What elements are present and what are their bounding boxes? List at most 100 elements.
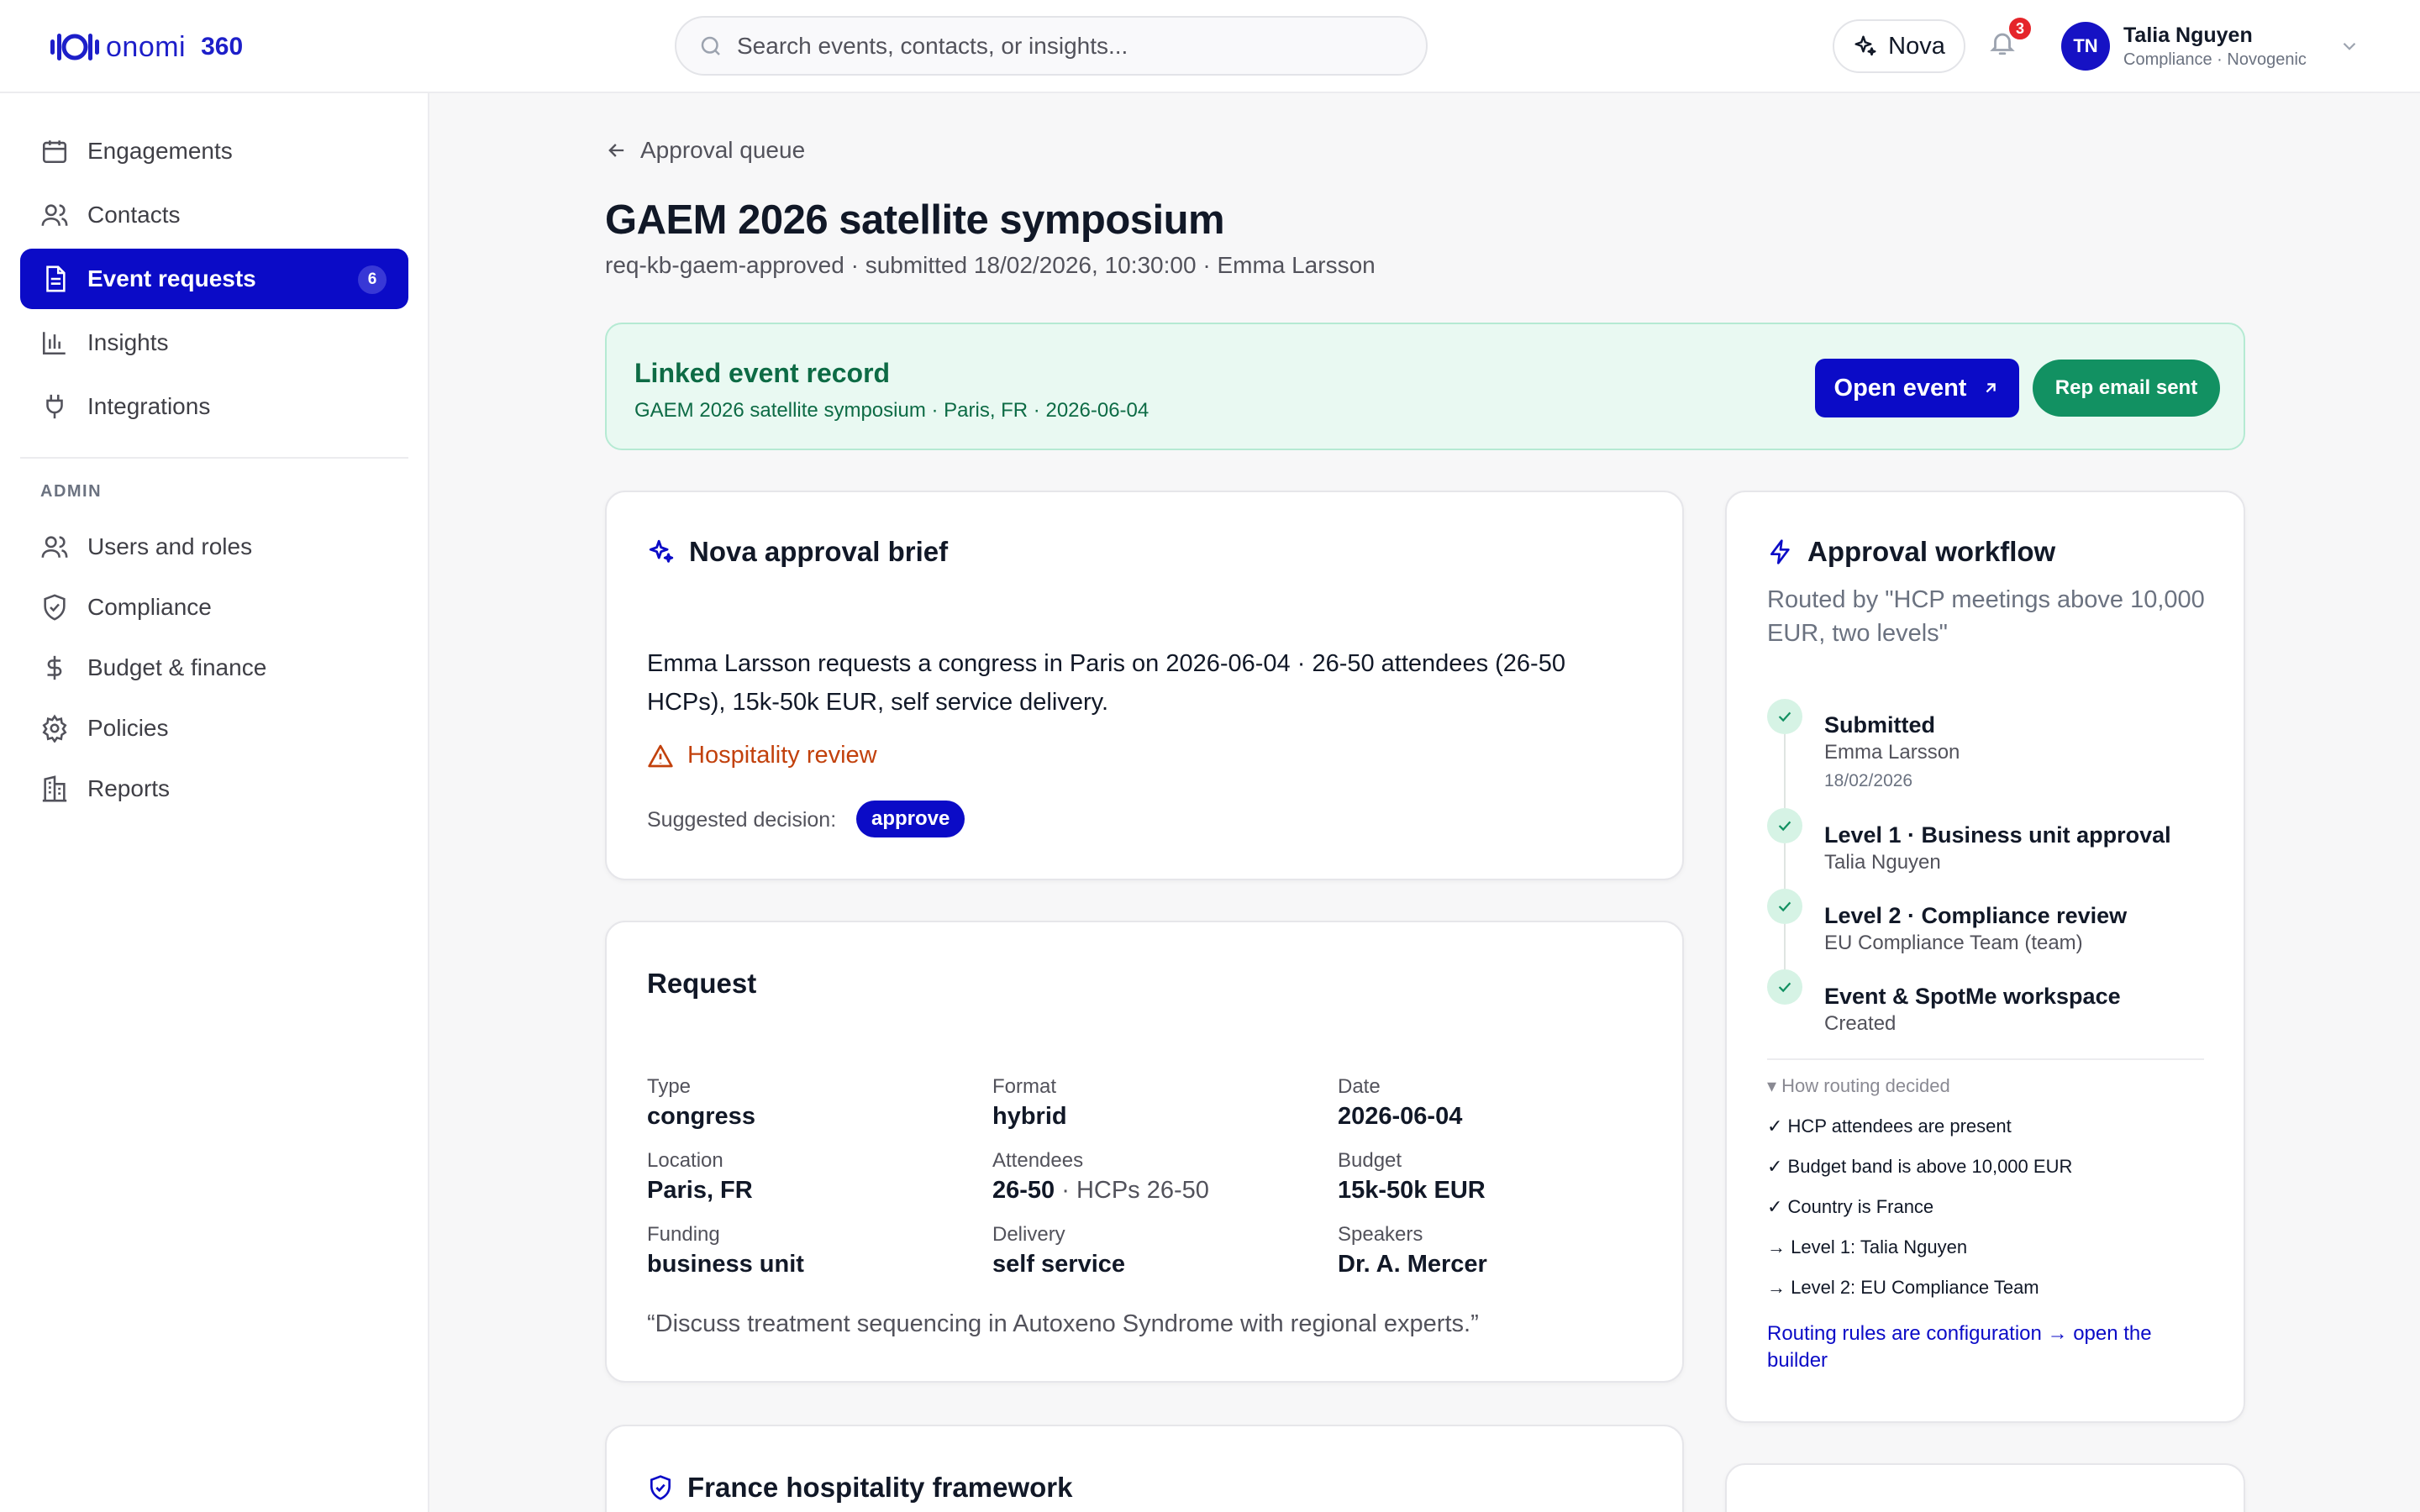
framework-header: France hospitality framework <box>647 1472 1072 1504</box>
open-event-button[interactable]: Open event <box>1815 359 2019 417</box>
user-name[interactable]: Talia Nguyen <box>2123 24 2253 48</box>
routing-rules-builder-link[interactable]: Routing rules are configuration → open t… <box>1767 1320 2204 1374</box>
chevron-down-icon[interactable] <box>2338 35 2360 57</box>
search-icon <box>701 36 720 55</box>
nova-button[interactable]: Nova <box>1833 19 1965 73</box>
check-icon <box>1778 821 1791 832</box>
workflow-routed-by: Routed by "HCP meetings above 10,000 EUR… <box>1767 586 2205 647</box>
attendees-value: 26-50 <box>992 1177 1055 1204</box>
timeline-connector <box>1784 734 1786 808</box>
sidebar-item-label: Users and roles <box>87 533 253 559</box>
field-label: Format <box>992 1075 1057 1098</box>
sidebar-item-label: Policies <box>87 715 169 741</box>
onomi-logo[interactable]: onomi 360 <box>49 24 243 71</box>
nova-brief-title: Nova approval brief <box>689 536 949 567</box>
sidebar-item-label: Engagements <box>87 138 233 164</box>
warning-icon <box>648 744 673 767</box>
workflow-title: Approval workflow <box>1807 536 2056 567</box>
sidebar-item-label: Insights <box>87 329 169 355</box>
linked-event-title: Linked event record <box>634 358 891 388</box>
dollar-icon <box>47 655 62 680</box>
nova-brief-text: Emma Larsson requests a congress in Pari… <box>647 650 1565 716</box>
plug-icon <box>46 394 63 419</box>
sidebar-item-label: Contacts <box>87 202 181 228</box>
nova-label: Nova <box>1888 32 1945 60</box>
sidebar-item-label: Compliance <box>87 594 212 620</box>
sidebar-item-label: Budget & finance <box>87 654 267 680</box>
building-icon <box>42 775 67 802</box>
page-title: GAEM 2026 satellite symposium <box>605 197 1225 243</box>
step-title: Event & SpotMe workspace <box>1824 984 2121 1009</box>
sidebar-item-event-requests[interactable]: Event requests 6 <box>20 249 408 309</box>
count-badge: 6 <box>358 265 387 294</box>
step-subtitle: Created <box>1824 1012 1897 1035</box>
field-value: business unit <box>647 1251 804 1278</box>
hospitality-flag: Hospitality review <box>647 742 877 769</box>
open-event-label: Open event <box>1833 374 1967 402</box>
sidebar-item-budget-finance[interactable]: Budget & finance <box>20 638 408 698</box>
field-value: 2026-06-04 <box>1338 1103 1463 1130</box>
check-icon <box>1778 982 1791 993</box>
sidebar-item-contacts[interactable]: Contacts <box>20 185 408 245</box>
arrow-left-icon <box>608 144 624 157</box>
sidebar-divider <box>20 457 408 459</box>
step-complete-icon <box>1767 969 1802 1005</box>
sparkle-icon <box>649 539 674 563</box>
step-title: Level 2 · Compliance review <box>1824 903 2128 928</box>
linked-event-banner: Linked event record GAEM 2026 satellite … <box>605 323 2245 450</box>
workflow-header: Approval workflow <box>1767 536 2055 568</box>
step-complete-icon <box>1767 808 1802 843</box>
step-title: Submitted <box>1824 712 1935 738</box>
hospitality-framework-card: France hospitality framework <box>605 1425 1684 1512</box>
approval-workflow-card: Approval workflow Routed by "HCP meeting… <box>1725 491 2245 1423</box>
sidebar-item-reports[interactable]: Reports <box>20 759 408 819</box>
field-value: Dr. A. Mercer <box>1338 1251 1487 1278</box>
calendar-icon <box>42 140 67 164</box>
back-link-label: Approval queue <box>640 137 806 163</box>
admin-section-label: ADMIN <box>40 482 103 501</box>
step-title: Level 1 · Business unit approval <box>1824 822 2171 848</box>
document-icon <box>46 265 66 292</box>
framework-title: France hospitality framework <box>687 1472 1073 1503</box>
routing-rule: → Level 2: EU Compliance Team <box>1767 1277 2039 1298</box>
field-label: Date <box>1338 1075 1381 1098</box>
shield-icon <box>44 594 66 621</box>
nova-brief-card: Nova approval brief Emma Larsson request… <box>605 491 1684 880</box>
field-value: Paris, FR <box>647 1177 753 1204</box>
step-subtitle: Talia Nguyen <box>1824 851 1941 874</box>
how-routing-decided-toggle[interactable]: ▾ How routing decided <box>1767 1075 1950 1097</box>
sparkle-icon <box>1854 35 1876 56</box>
sidebar: Engagements Contacts Event requests 6 In… <box>0 93 429 1512</box>
rep-email-sent-button[interactable]: Rep email sent <box>2033 360 2220 417</box>
suggested-decision-badge: approve <box>856 801 965 837</box>
sidebar-item-users-and-roles[interactable]: Users and roles <box>20 517 408 577</box>
arrow-up-right-icon <box>1986 383 1996 393</box>
routing-rule: → Level 1: Talia Nguyen <box>1767 1236 1968 1257</box>
logo-word: onomi <box>106 30 187 63</box>
users-icon <box>41 536 68 558</box>
search-input[interactable] <box>737 32 1376 60</box>
page-subtitle: req-kb-gaem-approved · submitted 18/02/2… <box>605 252 1376 278</box>
hospitality-flag-label: Hospitality review <box>687 742 877 769</box>
timeline-connector <box>1784 843 1786 889</box>
check-icon <box>1778 901 1791 912</box>
sidebar-item-integrations[interactable]: Integrations <box>20 376 408 437</box>
back-link[interactable]: Approval queue <box>605 137 805 164</box>
field-value: hybrid <box>992 1103 1067 1130</box>
step-subtitle: EU Compliance Team (team) <box>1824 932 2083 954</box>
step-complete-icon <box>1767 699 1802 734</box>
sidebar-item-compliance[interactable]: Compliance <box>20 577 408 638</box>
field-label: Speakers <box>1338 1223 1423 1246</box>
sidebar-item-engagements[interactable]: Engagements <box>20 121 408 181</box>
sidebar-item-insights[interactable]: Insights <box>20 312 408 373</box>
field-value: 15k-50k EUR <box>1338 1177 1486 1204</box>
sidebar-item-label: Event requests <box>87 265 256 291</box>
notification-count-badge: 3 <box>2007 16 2033 41</box>
sidebar-item-policies[interactable]: Policies <box>20 698 408 759</box>
search-box[interactable] <box>675 16 1428 76</box>
top-bar: onomi 360 Nova 3 TN Talia Nguyen Complia… <box>0 0 2420 93</box>
step-subtitle: Emma Larsson <box>1824 741 1960 764</box>
bar-chart-icon <box>42 332 66 355</box>
avatar[interactable]: TN <box>2061 22 2110 71</box>
field-value-attendees: 26-50 · HCPs 26-50 <box>992 1177 1209 1205</box>
